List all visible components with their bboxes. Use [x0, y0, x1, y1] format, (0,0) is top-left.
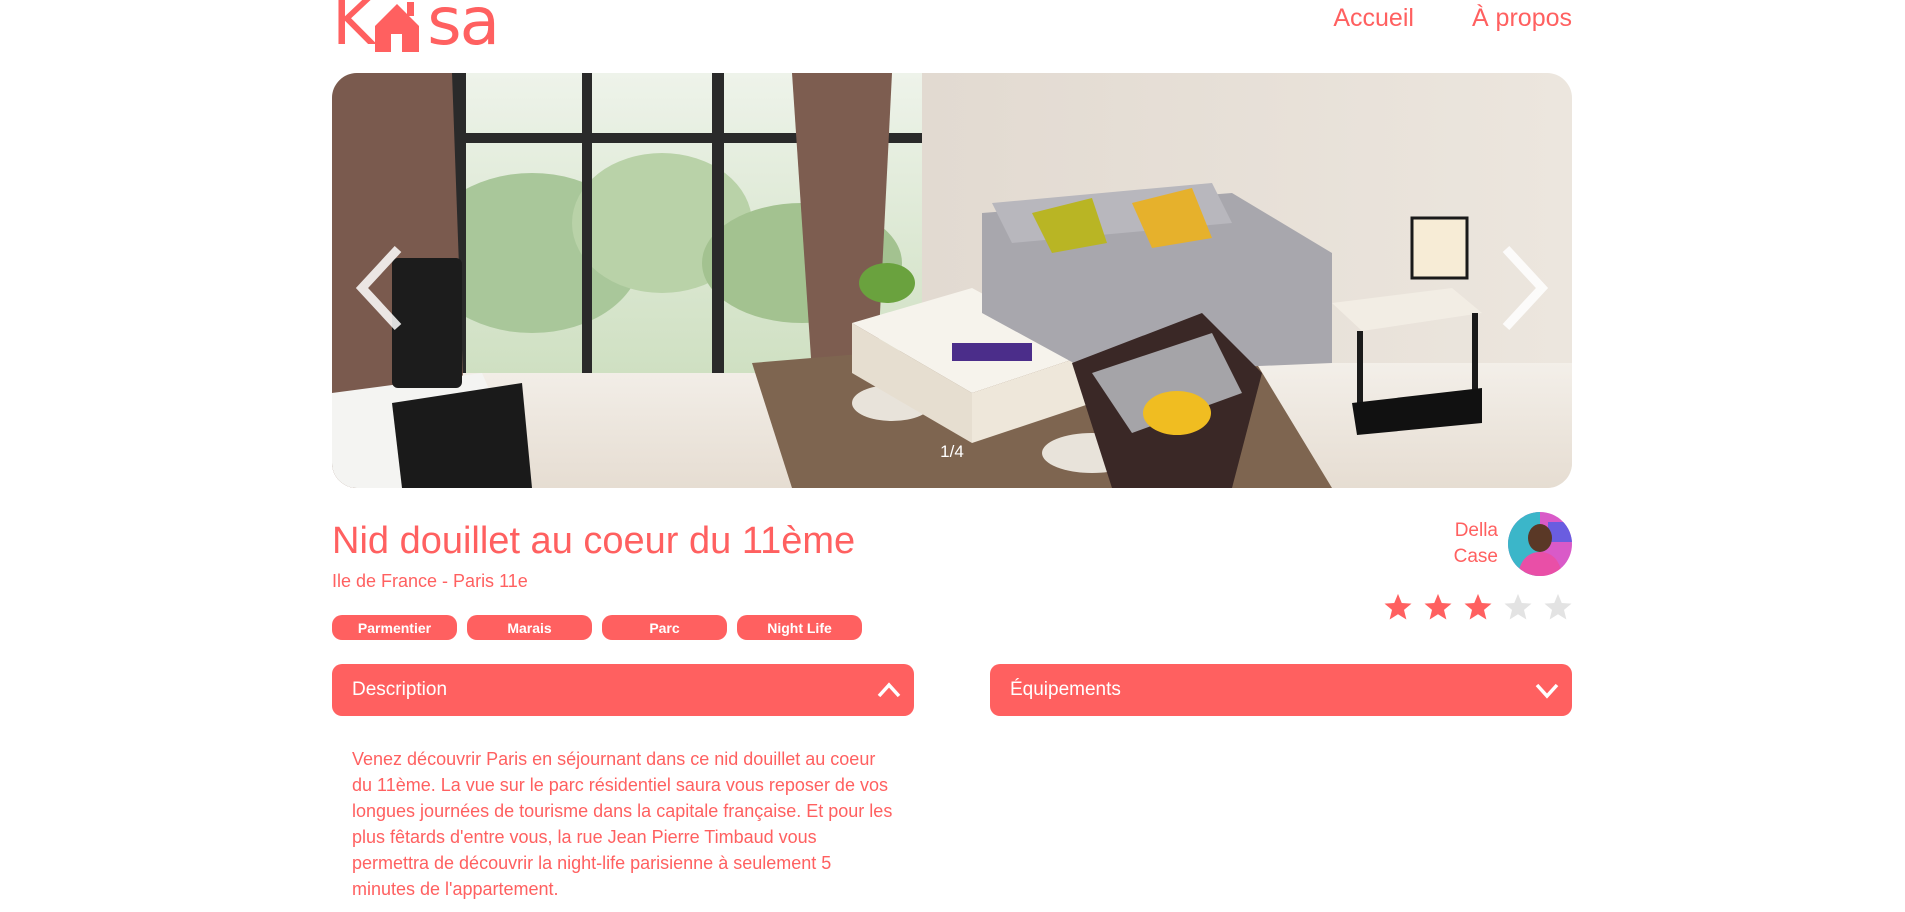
- tag-parmentier: Parmentier: [332, 615, 457, 640]
- logo-letter-k: K: [332, 0, 375, 60]
- main-nav: Accueil À propos: [1333, 4, 1572, 33]
- rating-stars: [1383, 592, 1573, 622]
- tag-list: Parmentier Marais Parc Night Life: [332, 615, 862, 640]
- site-header: K sa Accueil À propos: [332, 0, 1572, 60]
- listing-location: Ile de France - Paris 11e: [332, 571, 528, 591]
- host-info: Della Case: [1454, 512, 1572, 576]
- next-arrow-icon[interactable]: [1494, 243, 1554, 333]
- photo-carousel: 1/4: [332, 73, 1572, 488]
- tag-marais: Marais: [467, 615, 592, 640]
- slide-counter: 1/4: [940, 442, 964, 461]
- avatar: [1508, 512, 1572, 576]
- nav-link-home[interactable]: Accueil: [1333, 4, 1414, 33]
- description-collapse-header[interactable]: Description: [332, 664, 914, 716]
- host-first-name: Della: [1454, 520, 1498, 541]
- chevron-down-icon[interactable]: [1534, 681, 1560, 699]
- description-text: Venez découvrir Paris en séjournant dans…: [352, 749, 893, 899]
- logo-letters-sa: sa: [427, 0, 500, 60]
- host-last-name: Case: [1453, 546, 1498, 567]
- chevron-up-icon[interactable]: [876, 681, 902, 699]
- tag-night-life: Night Life: [737, 615, 862, 640]
- listing-photo: [332, 73, 1572, 488]
- star-empty-icon: [1544, 593, 1572, 620]
- tag-parc: Parc: [602, 615, 727, 640]
- previous-arrow-icon[interactable]: [350, 243, 410, 333]
- star-filled-icon: [1384, 593, 1412, 620]
- nav-link-about[interactable]: À propos: [1472, 4, 1572, 33]
- star-filled-icon: [1424, 593, 1452, 620]
- description-collapse-label: Description: [352, 679, 448, 700]
- host-name: Della Case: [1454, 518, 1498, 570]
- kasa-logo[interactable]: K sa: [332, 0, 500, 60]
- listing-title: Nid douillet au coeur du 11ème: [332, 520, 856, 562]
- equipements-collapse-header[interactable]: Équipements: [990, 664, 1572, 716]
- star-filled-icon: [1464, 593, 1492, 620]
- equipements-collapse-label: Équipements: [1010, 679, 1121, 700]
- house-logo-icon: [375, 2, 420, 52]
- star-empty-icon: [1504, 593, 1532, 620]
